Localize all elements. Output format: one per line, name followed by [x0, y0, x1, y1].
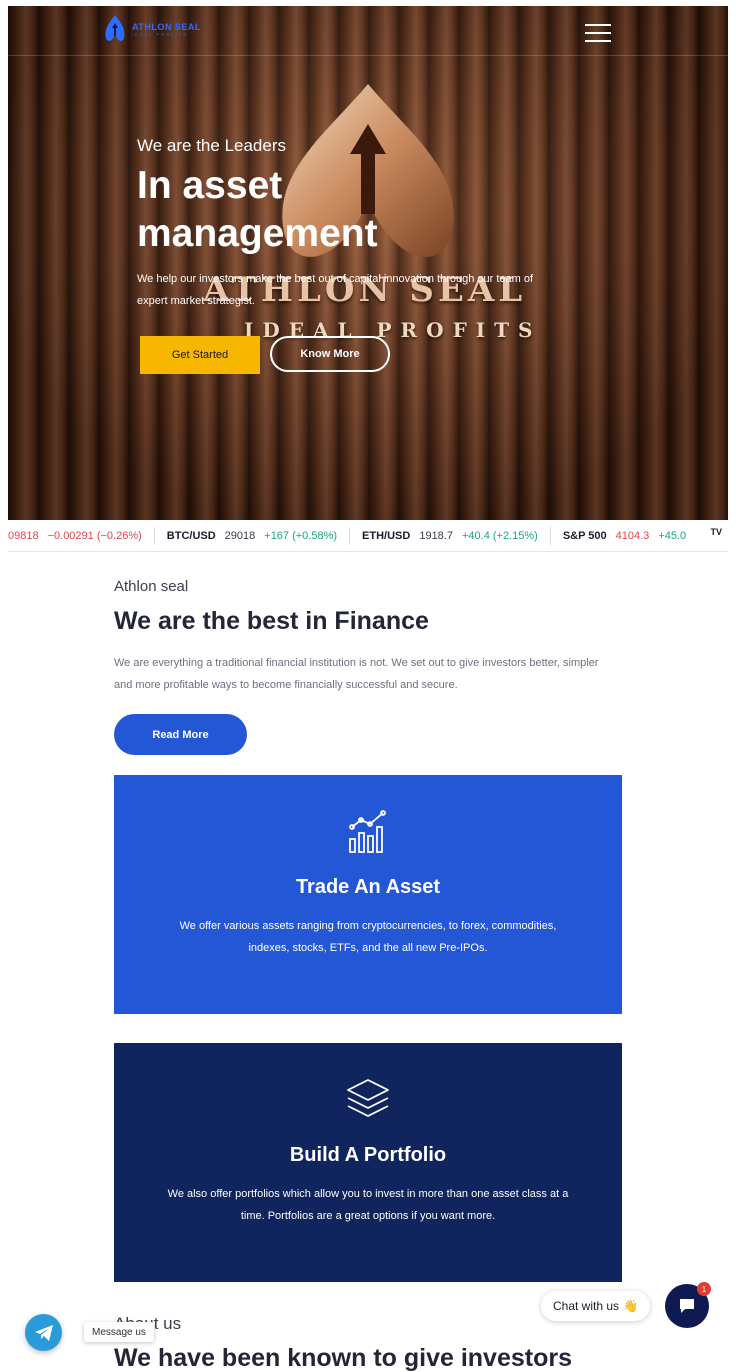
telegram-button[interactable]	[25, 1314, 62, 1351]
get-started-button[interactable]: Get Started	[140, 336, 260, 374]
ticker-price: 1918.7	[419, 529, 453, 542]
ticker-item[interactable]: ETH/USD 1918.7 +40.4 (+2.15%)	[350, 526, 551, 545]
intro-section: Athlon seal We are the best in Finance W…	[114, 578, 614, 755]
chat-unread-badge: 1	[697, 1282, 711, 1296]
hero-title-line2: management	[137, 212, 378, 255]
logo-tagline: IDEAL PROFITS	[132, 31, 188, 37]
tradingview-logo[interactable]: TV	[706, 527, 722, 537]
card-description: We offer various assets ranging from cry…	[179, 920, 557, 954]
intro-kicker: Athlon seal	[114, 578, 189, 595]
trade-asset-card: Trade An Asset We offer various assets r…	[114, 775, 622, 1014]
intro-title: We are the best in Finance	[114, 607, 429, 635]
ticker-symbol: ETH/USD	[362, 529, 411, 542]
chat-label: Chat with us	[553, 1299, 620, 1313]
about-title: We have been known to give investors	[114, 1344, 572, 1372]
card-title: Build A Portfolio	[289, 1144, 447, 1166]
read-more-button[interactable]: Read More	[114, 714, 247, 755]
layers-icon	[347, 1079, 389, 1117]
hero-title: In asset management	[137, 162, 537, 258]
ticker-symbol: BTC/USD	[166, 529, 216, 542]
ticker-item[interactable]: BTC/USD 29018 +167 (+0.58%)	[155, 526, 351, 545]
hero-copy: We are the Leaders In asset management W…	[137, 136, 537, 374]
chat-bubble-icon	[680, 1299, 694, 1313]
ticker-symbol: S&P 500	[562, 529, 607, 542]
ticker-change: +167 (+0.58%)	[264, 529, 338, 542]
market-ticker[interactable]: 09818 −0.00291 (−0.26%) BTC/USD 29018 +1…	[8, 520, 728, 552]
ticker-item[interactable]: S&P 500 4104.3 +45.0	[551, 527, 698, 545]
about-section: About us We have been known to give inve…	[114, 1314, 634, 1372]
card-description: We also offer portfolios which allow you…	[167, 1188, 569, 1222]
ticker-price: 29018	[224, 529, 256, 542]
ticker-change: +45.0	[658, 529, 687, 542]
hero-section: ATHLON SEAL IDEAL PROFITS ATHLON SEAL ID…	[8, 6, 728, 520]
hamburger-menu-icon[interactable]	[585, 24, 611, 44]
ticker-item[interactable]: 09818 −0.00291 (−0.26%)	[8, 526, 155, 545]
ticker-change: −0.00291 (−0.26%)	[47, 529, 142, 542]
card-title: Trade An Asset	[295, 876, 441, 898]
hero-actions: Get Started Know More	[140, 336, 537, 374]
brand-logo[interactable]: ATHLON SEAL IDEAL PROFITS	[102, 14, 201, 44]
hero-kicker: We are the Leaders	[137, 136, 286, 155]
telegram-label[interactable]: Message us	[84, 1322, 154, 1342]
know-more-button[interactable]: Know More	[270, 336, 390, 372]
ticker-price: 09818	[8, 529, 39, 542]
logo-name: ATHLON SEAL	[132, 21, 201, 32]
chat-prompt[interactable]: Chat with us 👋	[541, 1291, 650, 1321]
wave-emoji-icon: 👋	[623, 1299, 638, 1313]
telegram-icon	[34, 1324, 53, 1341]
logo-leaf-icon	[105, 15, 125, 41]
top-nav: ATHLON SEAL IDEAL PROFITS	[8, 6, 728, 56]
ticker-price: 4104.3	[615, 529, 650, 542]
hero-title-line1: In asset	[137, 164, 283, 207]
intro-description: We are everything a traditional financia…	[114, 657, 599, 691]
ticker-change: +40.4 (+2.15%)	[461, 529, 538, 542]
chart-growth-icon	[349, 810, 386, 853]
build-portfolio-card: Build A Portfolio We also offer portfoli…	[114, 1043, 622, 1282]
hero-description: We help our investors make the best out …	[137, 273, 534, 307]
